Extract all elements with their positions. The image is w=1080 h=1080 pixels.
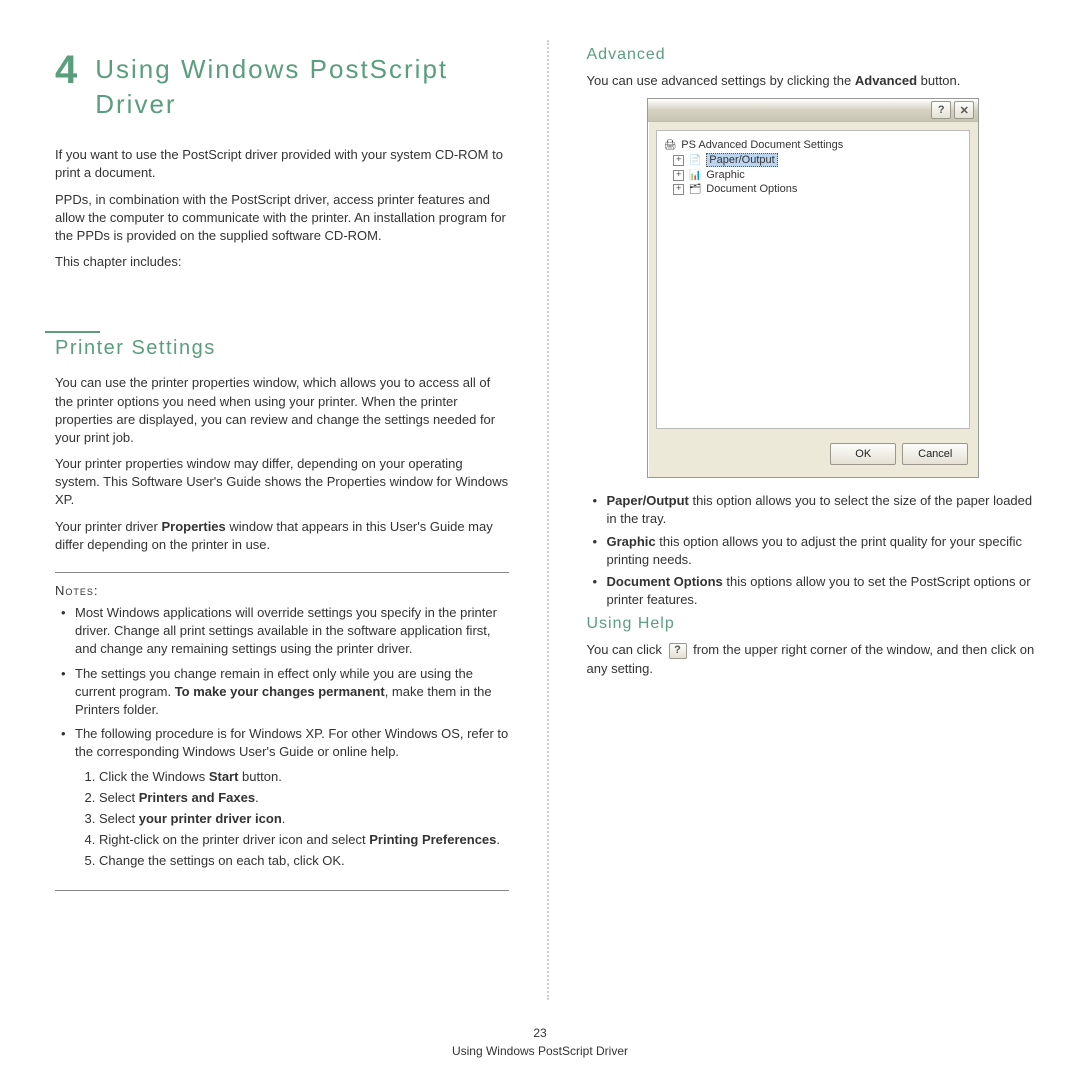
notes-label: Notes:	[55, 583, 509, 598]
cancel-button[interactable]: Cancel	[902, 443, 968, 465]
column-divider	[547, 40, 549, 1000]
intro-para-3: This chapter includes:	[55, 253, 509, 271]
document-options-icon: 🗂	[688, 183, 702, 195]
advanced-intro: You can use advanced settings by clickin…	[587, 72, 1041, 90]
help-icon: ?	[669, 643, 687, 659]
expand-icon[interactable]: +	[673, 155, 684, 166]
notes-block: Notes: Most Windows applications will ov…	[55, 572, 509, 891]
advanced-opt-graphic: Graphic this option allows you to adjust…	[593, 533, 1041, 569]
tree-item-document-options[interactable]: Document Options	[706, 183, 797, 195]
expand-icon[interactable]: +	[673, 170, 684, 181]
note-item-2: The settings you change remain in effect…	[61, 665, 509, 720]
help-button[interactable]: ?	[931, 101, 951, 119]
intro-para-1: If you want to use the PostScript driver…	[55, 146, 509, 182]
printer-settings-p3: Your printer driver Properties window th…	[55, 518, 509, 554]
page-number: 23	[0, 1024, 1080, 1042]
note-item-1: Most Windows applications will override …	[61, 604, 509, 659]
printer-icon: 🖨	[663, 139, 677, 151]
printer-settings-p1: You can use the printer properties windo…	[55, 374, 509, 447]
tree-item-graphic[interactable]: Graphic	[706, 169, 745, 181]
heading-advanced: Advanced	[587, 46, 1041, 64]
step-1: Click the Windows Start button.	[99, 768, 509, 786]
tree-root-label: PS Advanced Document Settings	[681, 139, 843, 151]
step-3: Select your printer driver icon.	[99, 810, 509, 828]
heading-printer-settings: Printer Settings	[55, 331, 509, 360]
printer-settings-p2: Your printer properties window may diffe…	[55, 455, 509, 510]
paper-icon: 📄	[688, 154, 702, 166]
chapter-number: 4	[55, 48, 77, 93]
advanced-opt-paper: Paper/Output this option allows you to s…	[593, 492, 1041, 528]
dialog-titlebar: ? ✕	[648, 99, 978, 122]
step-2: Select Printers and Faxes.	[99, 789, 509, 807]
heading-using-help: Using Help	[587, 615, 1041, 633]
intro-para-2: PPDs, in combination with the PostScript…	[55, 191, 509, 246]
chapter-title: Using Windows PostScript Driver	[55, 52, 509, 122]
step-4: Right-click on the printer driver icon a…	[99, 831, 509, 849]
advanced-dialog: ? ✕ 🖨 PS Advanced Document Settings + 📄 …	[647, 98, 979, 478]
expand-icon[interactable]: +	[673, 184, 684, 195]
ok-button[interactable]: OK	[830, 443, 896, 465]
dialog-tree: 🖨 PS Advanced Document Settings + 📄 Pape…	[656, 130, 970, 429]
using-help-para: You can click ? from the upper right cor…	[587, 641, 1041, 677]
note-item-3: The following procedure is for Windows X…	[61, 725, 509, 870]
step-5: Change the settings on each tab, click O…	[99, 852, 509, 870]
footer-label: Using Windows PostScript Driver	[0, 1042, 1080, 1060]
tree-item-paper-output[interactable]: Paper/Output	[706, 153, 777, 167]
graphic-icon: 📊	[688, 169, 702, 181]
close-button[interactable]: ✕	[954, 101, 974, 119]
advanced-opt-document: Document Options this options allow you …	[593, 573, 1041, 609]
page-footer: 23 Using Windows PostScript Driver	[0, 1024, 1080, 1060]
